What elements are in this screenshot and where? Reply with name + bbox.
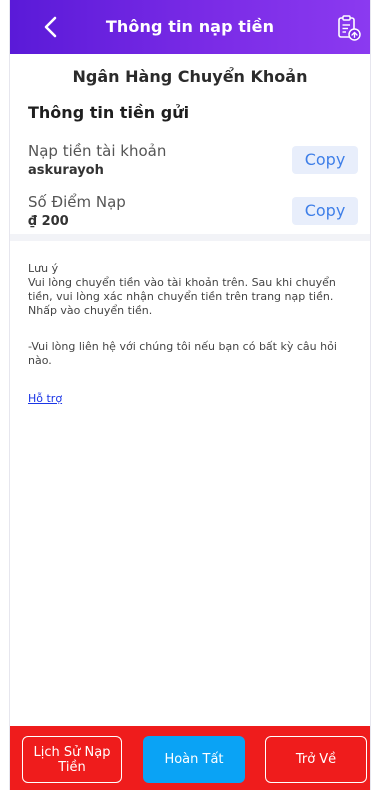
account-label: Nạp tiền tài khoản bbox=[28, 142, 167, 160]
deposit-history-button[interactable] bbox=[336, 14, 362, 42]
deposit-info-screen: Thông tin nạp tiền Ngân Hàng Chuyển Khoả… bbox=[10, 0, 370, 790]
footer-bar: Lịch Sử Nạp Tiền Hoàn Tất Trở Về bbox=[10, 726, 370, 790]
copy-account-button[interactable]: Copy bbox=[292, 146, 358, 174]
section-divider bbox=[10, 234, 370, 241]
account-row: Nạp tiền tài khoản askurayoh Copy bbox=[28, 140, 366, 186]
support-link[interactable]: Hỗ trợ bbox=[28, 392, 62, 405]
page-title: Thông tin nạp tiền bbox=[105, 17, 275, 36]
header-bar: Thông tin nạp tiền bbox=[10, 0, 370, 54]
go-back-button[interactable]: Trở Về bbox=[265, 736, 367, 783]
notes-contact-instruction: -Vui lòng liên hệ với chúng tôi nếu bạn … bbox=[28, 340, 337, 367]
amount-row: Số Điểm Nạp ₫ 200 Copy bbox=[28, 191, 366, 237]
deposit-history-footer-button[interactable]: Lịch Sử Nạp Tiền bbox=[22, 736, 122, 783]
complete-button[interactable]: Hoàn Tất bbox=[143, 736, 245, 783]
amount-label: Số Điểm Nạp bbox=[28, 193, 126, 211]
account-value: askurayoh bbox=[28, 163, 104, 178]
notes-heading: Lưu ý bbox=[28, 262, 59, 275]
notes-section: Lưu ý Vui lòng chuyển tiền vào tài khoản… bbox=[28, 262, 362, 406]
deposit-info-heading: Thông tin tiền gửi bbox=[28, 103, 190, 122]
clipboard-upload-icon bbox=[338, 15, 361, 41]
copy-amount-button[interactable]: Copy bbox=[292, 197, 358, 225]
amount-value: ₫ 200 bbox=[28, 214, 69, 229]
notes-transfer-instruction: Vui lòng chuyển tiền vào tài khoản trên.… bbox=[28, 276, 336, 317]
bank-name: Ngân Hàng Chuyển Khoản bbox=[72, 67, 308, 86]
